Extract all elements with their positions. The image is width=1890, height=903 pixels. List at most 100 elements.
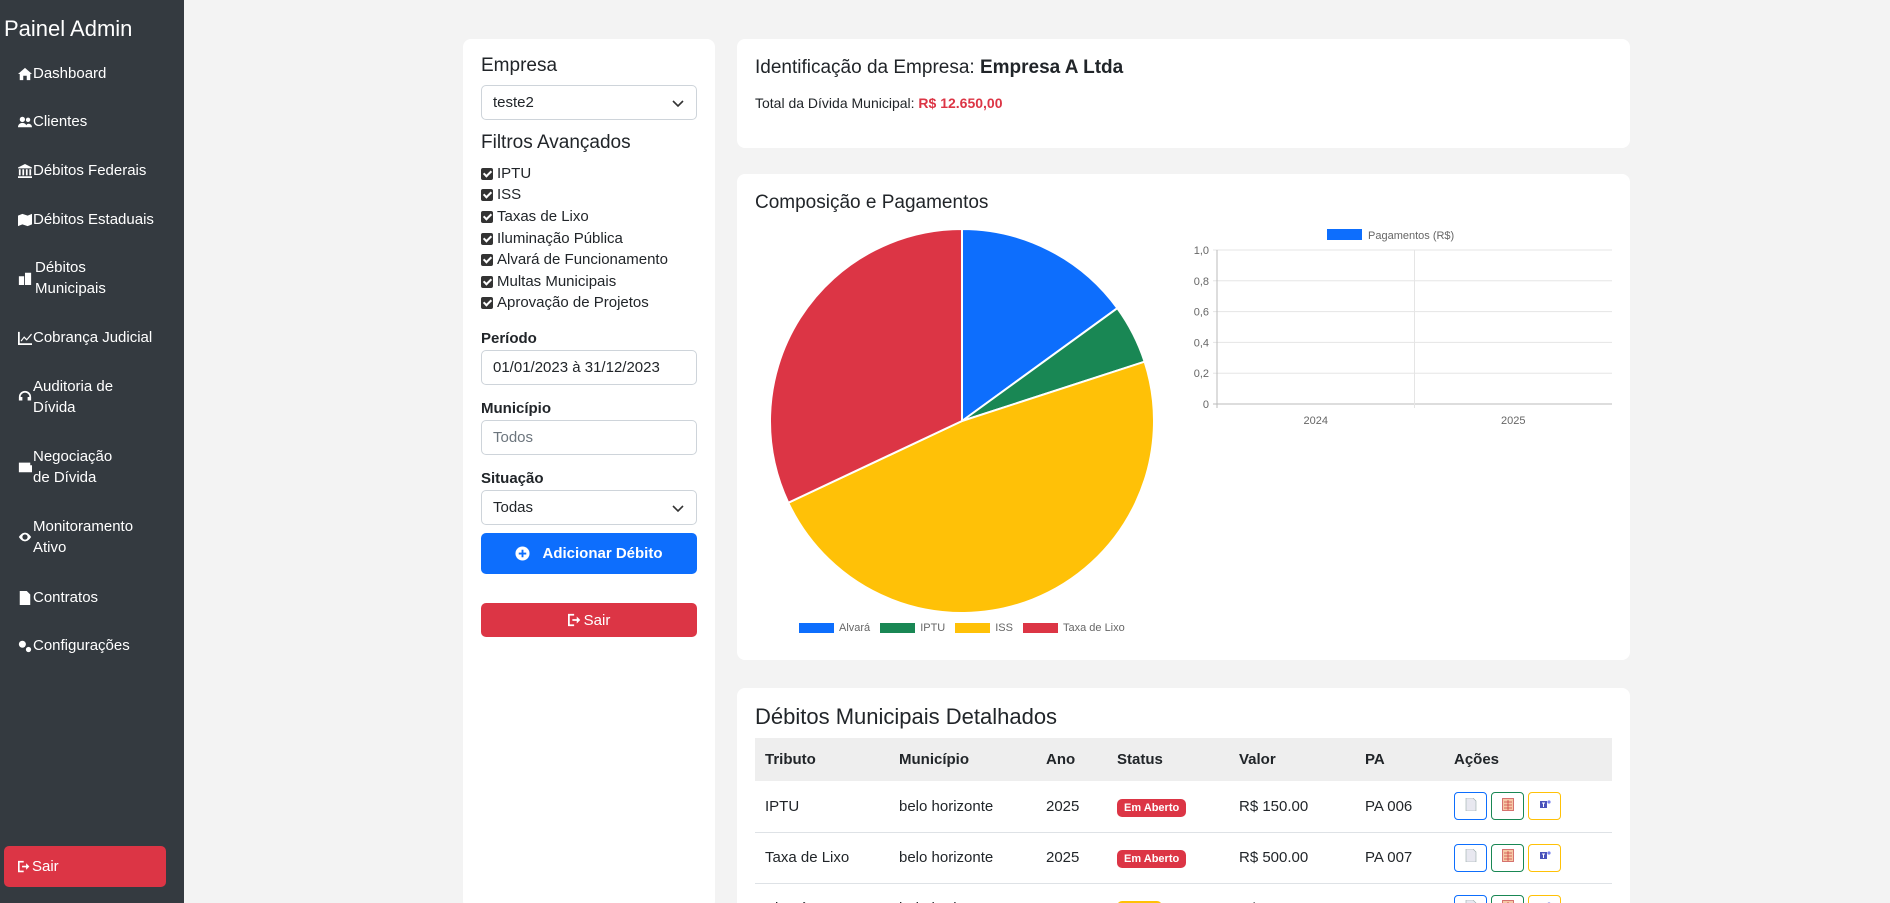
checkbox-iss[interactable]: ISS [481,186,521,203]
debt-label: Total da Dívida Municipal: [755,95,915,111]
sidebar-item-dashboard[interactable]: Dashboard [0,63,106,84]
users-icon [18,115,32,129]
chart-line-icon [18,331,32,345]
sidebar-item-label: Débitos Federais [33,162,147,179]
checkbox-checked[interactable] [481,167,493,180]
y-tick-label: 0,8 [1194,276,1209,288]
sidebar: Painel Admin Dashboard Clientes Débitos … [0,0,184,903]
sidebar-item-monitoramento[interactable]: Monitoramento Ativo [0,516,133,558]
empresa-select[interactable]: teste2 [481,85,697,120]
checkbox-checked[interactable] [481,232,493,245]
bar-chart: 0 0,2 0,4 0,6 0,8 1,0 2024 2025 Pagamentos (R$) [1194,229,1612,426]
filter-logout-label: Sair [583,611,611,629]
sidebar-item-label: Clientes [33,113,88,130]
wallet-icon [18,460,32,474]
sidebar-item-configuracoes[interactable]: Configurações [0,635,130,656]
sidebar-item-label: Contratos [33,589,99,606]
legend-label: Alvará [839,622,871,634]
status-badge: Em Aberto [1117,850,1187,868]
checkbox-checked[interactable] [481,188,493,201]
pie-legend: Alvará IPTU ISS Taxa de Lixo [799,622,1135,634]
charts-title: Composição e Pagamentos [755,192,989,213]
periodo-input[interactable]: 01/01/2023 à 31/12/2023 [481,350,697,385]
brand-title: Painel Admin [4,16,133,41]
export-excel-button[interactable] [1491,894,1524,903]
checkbox-checked[interactable] [481,210,493,223]
cell-acoes [1444,781,1612,833]
company-title-prefix: Identificação da Empresa: [755,57,975,78]
col-acoes: Ações [1444,738,1612,781]
checkbox-label: Iluminação Pública [497,230,623,247]
map-icon [18,213,32,227]
add-debit-label: Adicionar Débito [542,545,663,562]
pie-legend-item[interactable]: Alvará [799,622,870,634]
sidebar-item-cobranca-judicial[interactable]: Cobrança Judicial [0,327,152,348]
checkbox-checked[interactable] [481,275,493,288]
table-header-row: Tributo Município Ano Status Valor PA Aç… [755,738,1612,781]
checkbox-aprovacao[interactable]: Aprovação de Projetos [481,294,649,311]
cell-status: Em Aberto [1107,781,1229,833]
view-document-button[interactable] [1454,792,1487,821]
checkbox-checked[interactable] [481,296,493,309]
legend-swatch [880,623,916,633]
sidebar-item-label: Auditoria de Dívida [33,378,114,416]
sidebar-item-label: Configurações [33,637,130,654]
checkbox-multas[interactable]: Multas Municipais [481,273,616,290]
sidebar-logout-button[interactable]: Sair [4,846,166,887]
periodo-label: Período [481,330,537,347]
pie-legend-item[interactable]: Taxa de Lixo [1022,622,1125,634]
sidebar-item-negociacao[interactable]: Negociação de Dívida [0,446,130,488]
add-debit-button[interactable]: Adicionar Débito [481,533,697,574]
col-ano: Ano [1036,738,1107,781]
teams-icon [1539,849,1551,866]
headset-icon [18,390,32,404]
view-document-button[interactable] [1454,894,1487,903]
sidebar-item-auditoria[interactable]: Auditoria de Dívida [0,376,120,418]
situacao-select[interactable]: Todas [481,490,697,525]
sidebar-item-debitos-federais[interactable]: Débitos Federais [0,160,146,181]
checkbox-iluminacao[interactable]: Iluminação Pública [481,230,623,247]
debits-table: Tributo Município Ano Status Valor PA Aç… [755,738,1612,903]
cell-pa: PA 008 [1355,883,1444,903]
municipio-input[interactable]: Todos [481,420,697,455]
checkbox-label: Taxas de Lixo [497,208,589,225]
pie-legend-item[interactable]: IPTU [880,622,945,634]
checkbox-alvara[interactable]: Alvará de Funcionamento [481,251,668,268]
teams-share-button[interactable] [1528,894,1561,903]
spreadsheet-icon [1501,797,1514,815]
checkbox-taxas-lixo[interactable]: Taxas de Lixo [481,208,589,225]
col-tributo: Tributo [755,738,889,781]
export-excel-button[interactable] [1491,792,1524,821]
bar-legend-label[interactable]: Pagamentos (R$) [1368,230,1454,242]
checkbox-checked[interactable] [481,253,493,266]
company-name: Empresa A Ltda [979,57,1124,78]
cell-acoes [1444,883,1612,903]
cell-tributo: Alvará [755,883,889,903]
view-document-button[interactable] [1454,843,1487,872]
sidebar-item-clientes[interactable]: Clientes [0,111,87,132]
pie-legend-item[interactable]: ISS [955,622,1013,634]
sidebar-item-debitos-municipais[interactable]: Débitos Municipais [0,257,120,299]
sidebar-item-debitos-estaduais[interactable]: Débitos Estaduais [0,209,154,230]
teams-share-button[interactable] [1528,843,1561,872]
empresa-select-value: teste2 [493,94,534,111]
checkbox-label: ISS [497,186,522,203]
filter-logout-button[interactable]: Sair [481,603,697,637]
municipio-label: Município [481,400,551,417]
situacao-select-value: Todas [493,499,534,516]
legend-swatch [799,623,834,633]
cell-municipio: belo horizonte [889,781,1036,833]
col-municipio: Município [889,738,1036,781]
checkbox-label: Multas Municipais [497,273,617,290]
checkbox-iptu[interactable]: IPTU [481,165,531,182]
legend-label: ISS [995,622,1013,634]
y-tick-label: 0,4 [1194,337,1209,349]
sidebar-item-contratos[interactable]: Contratos [0,587,98,608]
sidebar-logout-label: Sair [32,858,59,875]
y-tick-label: 0 [1203,399,1209,411]
sidebar-item-label: Dashboard [33,65,107,82]
col-status: Status [1107,738,1229,781]
teams-share-button[interactable] [1528,792,1561,821]
export-excel-button[interactable] [1491,843,1524,872]
cell-municipio: belo horizonte [889,883,1036,903]
